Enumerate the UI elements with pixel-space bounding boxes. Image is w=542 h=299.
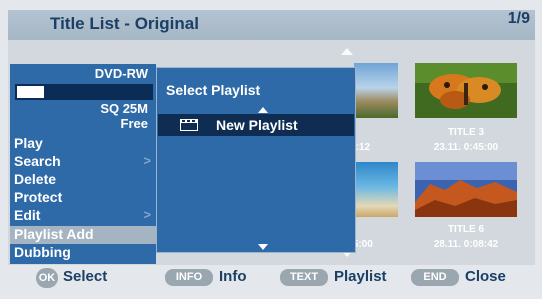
thumbnail-title-2[interactable] bbox=[354, 63, 398, 118]
ok-button-label: Select bbox=[63, 268, 108, 285]
popup-item-label: New Playlist bbox=[216, 117, 298, 133]
title-3-label: TITLE 3 bbox=[447, 127, 485, 138]
options-menu: DVD-RW SQ 25M Free Play Search > Delete … bbox=[10, 64, 156, 264]
popup-title: Select Playlist bbox=[166, 82, 261, 98]
menu-item-label: Edit bbox=[14, 207, 41, 223]
text-button-label: Playlist bbox=[334, 268, 387, 285]
ok-button-icon[interactable]: OK bbox=[36, 268, 58, 288]
menu-item-play[interactable]: Play bbox=[10, 135, 156, 153]
menu-item-search[interactable]: Search > bbox=[10, 153, 156, 171]
menu-item-label: Protect bbox=[14, 189, 63, 205]
menu-item-delete[interactable]: Delete bbox=[10, 171, 156, 189]
page-title: Title List - Original bbox=[50, 14, 199, 33]
menu-item-label: Search bbox=[14, 153, 61, 169]
select-playlist-popup: Select Playlist New Playlist bbox=[156, 67, 356, 253]
menu-item-label: Play bbox=[14, 135, 43, 151]
scroll-up-arrow-icon[interactable] bbox=[341, 48, 353, 55]
disc-capacity-bar bbox=[15, 84, 153, 100]
info-button-icon[interactable]: INFO bbox=[165, 269, 213, 286]
screen: Title List - Original 1/9 2 3:12 5 05:00… bbox=[0, 0, 542, 299]
title-6-label: TITLE 6 bbox=[447, 224, 485, 235]
butterfly-image bbox=[415, 63, 517, 118]
disc-type: DVD-RW bbox=[94, 66, 148, 81]
thumbnail-title-6[interactable] bbox=[415, 162, 517, 217]
free-space-label: Free bbox=[120, 116, 148, 131]
popup-scroll-up-icon[interactable] bbox=[258, 107, 268, 113]
menu-item-label: Playlist Add bbox=[14, 226, 94, 242]
disc-capacity-fill bbox=[17, 86, 44, 98]
text-button-icon[interactable]: TEXT bbox=[280, 269, 328, 286]
menu-item-protect[interactable]: Protect bbox=[10, 189, 156, 207]
canyon-image bbox=[415, 162, 517, 217]
title-6-info: 28.11. 0:08:42 bbox=[433, 239, 499, 250]
chevron-right-icon: > bbox=[143, 207, 151, 222]
chevron-right-icon: > bbox=[143, 153, 151, 168]
popup-item-new-playlist[interactable]: New Playlist bbox=[158, 114, 354, 136]
menu-item-edit[interactable]: Edit > bbox=[10, 207, 156, 225]
thumbnail-title-5[interactable] bbox=[354, 162, 398, 217]
recording-quality: SQ 25M bbox=[100, 101, 148, 116]
end-button-icon[interactable]: END bbox=[411, 269, 459, 286]
menu-item-dubbing[interactable]: Dubbing bbox=[10, 244, 156, 262]
thumbnail-title-3[interactable] bbox=[415, 63, 517, 118]
menu-item-label: Delete bbox=[14, 171, 57, 187]
page-indicator: 1/9 bbox=[507, 10, 530, 27]
end-button-label: Close bbox=[465, 268, 506, 285]
menu-item-playlist-add[interactable]: Playlist Add bbox=[10, 226, 156, 244]
menu-item-label: Dubbing bbox=[14, 244, 71, 260]
popup-scroll-down-icon[interactable] bbox=[258, 244, 268, 250]
title-3-info: 23.11. 0:45:00 bbox=[433, 142, 499, 153]
button-guide: OK Select INFO Info TEXT Playlist END Cl… bbox=[0, 265, 542, 291]
clapperboard-icon bbox=[180, 119, 198, 131]
info-button-label: Info bbox=[219, 268, 247, 285]
